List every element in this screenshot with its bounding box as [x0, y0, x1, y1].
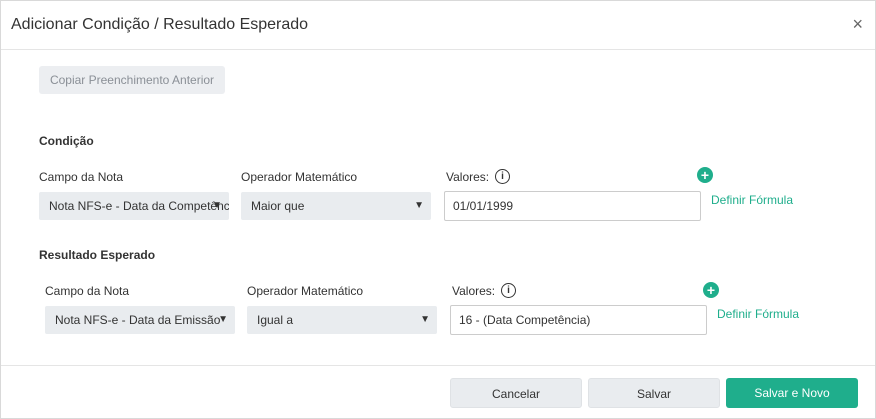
close-icon[interactable]: ×: [852, 14, 863, 34]
dialog-header: Adicionar Condição / Resultado Esperado …: [1, 1, 875, 50]
dropdown-arrow-icon: ▼: [420, 314, 430, 325]
result-campo-select[interactable]: Nota NFS-e - Data da Emissão ▼: [45, 306, 235, 334]
info-icon[interactable]: i: [501, 283, 516, 298]
result-valores-label: Valores:: [452, 284, 496, 298]
footer-divider: [1, 365, 875, 366]
result-define-formula-link[interactable]: Definir Fórmula: [717, 307, 799, 321]
result-campo-value: Nota NFS-e - Data da Emissão: [55, 313, 221, 327]
condition-campo-label: Campo da Nota: [39, 170, 124, 184]
result-operador-label: Operador Matemático: [247, 284, 364, 298]
condition-define-formula-link[interactable]: Definir Fórmula: [711, 193, 793, 207]
dialog-title: Adicionar Condição / Resultado Esperado: [11, 16, 309, 33]
condition-campo-select[interactable]: Nota NFS-e - Data da Competência ▼: [39, 192, 229, 220]
condition-section-title: Condição: [39, 134, 94, 148]
save-and-new-button[interactable]: Salvar e Novo: [726, 378, 858, 408]
copy-previous-button[interactable]: Copiar Preenchimento Anterior: [39, 66, 225, 94]
add-icon[interactable]: +: [703, 282, 719, 298]
result-operador-select[interactable]: Igual a ▼: [247, 306, 437, 334]
cancel-button[interactable]: Cancelar: [450, 378, 582, 408]
dropdown-arrow-icon: ▼: [414, 200, 424, 211]
result-section-title: Resultado Esperado: [39, 248, 156, 262]
condition-campo-value: Nota NFS-e - Data da Competência: [49, 199, 229, 213]
condition-operador-select[interactable]: Maior que ▼: [241, 192, 431, 220]
save-button[interactable]: Salvar: [588, 378, 720, 408]
add-icon[interactable]: +: [697, 167, 713, 183]
result-valores-input[interactable]: 16 - (Data Competência): [450, 305, 707, 335]
condition-operador-label: Operador Matemático: [241, 170, 358, 184]
dropdown-arrow-icon: ▼: [212, 200, 222, 211]
result-operador-value: Igual a: [257, 313, 294, 327]
result-campo-label: Campo da Nota: [45, 284, 130, 298]
info-icon[interactable]: i: [495, 169, 510, 184]
dialog: Adicionar Condição / Resultado Esperado …: [0, 0, 876, 419]
condition-valores-label: Valores:: [446, 170, 490, 184]
condition-operador-value: Maior que: [251, 199, 305, 213]
dropdown-arrow-icon: ▼: [218, 314, 228, 325]
condition-valores-input[interactable]: 01/01/1999: [444, 191, 701, 221]
